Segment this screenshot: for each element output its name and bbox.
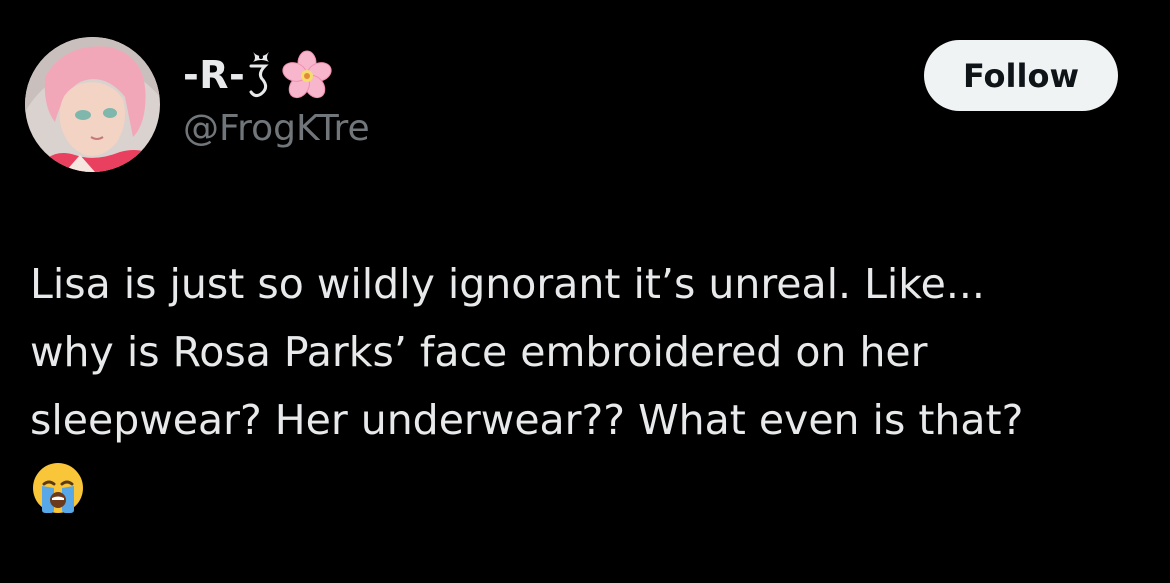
display-name-row[interactable]: -R- <box>183 45 370 105</box>
author-handle[interactable]: @FrogKTre <box>183 111 370 147</box>
author-identity: -R- @FrogKTre <box>183 45 370 147</box>
author-avatar[interactable] <box>25 37 160 172</box>
post-text-line: Lisa is just so wildly ignorant it’s unr… <box>30 260 985 308</box>
post-card: -R- @FrogKTre Follow Lisa is just so wil… <box>0 0 1170 583</box>
post-text-line: sleepwear? Her underwear?? What even is … <box>30 396 1024 444</box>
post-text-line: why is Rosa Parks’ face embroidered on h… <box>30 328 928 376</box>
bow-glyph-icon <box>249 52 270 98</box>
crying-face-icon <box>33 463 83 513</box>
post-text: Lisa is just so wildly ignorant it’s unr… <box>30 250 1150 454</box>
follow-button[interactable]: Follow <box>924 40 1118 111</box>
anime-avatar-icon <box>25 37 160 172</box>
cherry-blossom-icon <box>282 50 332 99</box>
display-name[interactable]: -R- <box>183 56 245 94</box>
